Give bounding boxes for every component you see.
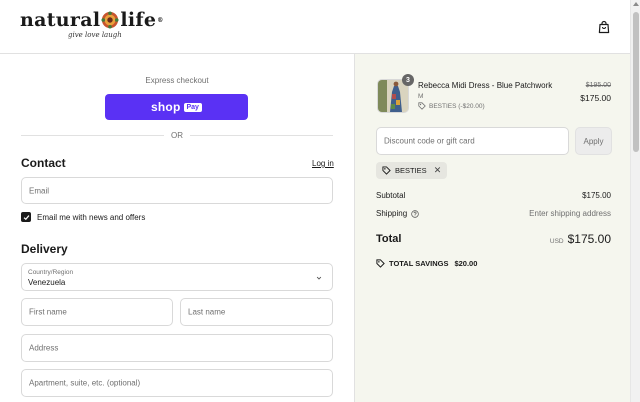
product-name: Rebecca Midi Dress - Blue Patchwork [418,81,553,90]
last-name-input[interactable]: Last name [180,298,333,326]
address-placeholder: Address [29,343,59,353]
applied-discount-chip: BESTIES ✕ [376,162,448,179]
shipping-label: Shipping [376,209,408,218]
subtotal-label: Subtotal [376,191,406,200]
brand-name-part1: natural [20,9,101,31]
shop-pay-wordmark: shop [151,100,181,114]
shipping-value: Enter shipping address [529,209,611,218]
total-value-group: USD $175.00 [550,232,611,246]
login-link[interactable]: Log in [312,159,334,168]
divider-line [190,134,333,136]
tag-icon [382,166,391,175]
last-name-placeholder: Last name [188,307,226,317]
country-select[interactable]: Country/Region Venezuela [21,263,333,291]
email-input[interactable]: Email [21,177,333,204]
or-text: OR [171,130,183,140]
shop-pay-button[interactable]: shop Pay [105,94,248,120]
subtotal-value: $175.00 [582,191,611,200]
total-savings-value: $20.00 [454,259,478,268]
checkout-form: Express checkout shop Pay OR Contact Log… [0,54,354,402]
remove-discount-icon[interactable]: ✕ [434,165,442,176]
address-input[interactable]: Address [21,334,333,362]
quantity-badge: 3 [402,74,414,86]
total-currency: USD [549,238,564,245]
product-price-original: $195.00 [585,82,611,89]
tag-icon [376,259,385,268]
help-circle-icon[interactable] [411,209,419,218]
email-placeholder: Email [29,186,50,195]
country-label: Country/Region [28,269,74,276]
brand-name-part2: life [120,9,157,31]
divider-line [21,134,164,136]
or-divider: OR [21,130,333,140]
site-header: natural life ® give love laugh [0,0,630,54]
newsletter-label: Email me with news and offers [37,213,146,222]
first-name-input[interactable]: First name [21,298,173,326]
newsletter-checkbox[interactable] [21,212,31,222]
applied-discount-code: BESTIES [395,166,427,175]
page-scrollbar[interactable] [630,0,640,402]
order-summary: 3 Rebecca Midi Dress - Blue Patchwork M … [354,54,630,402]
scrollbar-thumb[interactable] [633,12,639,152]
total-label: Total [376,233,402,245]
total-amount: $175.00 [567,232,611,246]
total-savings-label: TOTAL SAVINGS [389,259,449,268]
tag-icon [418,102,426,110]
apply-discount-button[interactable]: Apply [575,127,612,155]
checkmark-icon [23,214,29,220]
contact-heading: Contact [21,156,66,170]
delivery-heading: Delivery [21,242,68,256]
shopping-bag-icon[interactable] [597,20,611,34]
brand-wordmark: natural life ® [20,9,164,31]
product-discount-text: BESTIES (-$20.00) [429,102,485,110]
registered-mark: ® [157,16,164,24]
express-checkout-label: Express checkout [145,76,209,85]
country-value: Venezuela [28,278,66,287]
discount-code-input[interactable]: Discount code or gift card [376,127,569,155]
first-name-placeholder: First name [29,307,67,317]
shipping-row: Shipping [376,209,419,218]
product-variant: M [418,93,424,100]
total-savings: TOTAL SAVINGS $20.00 [376,259,477,268]
apartment-input[interactable]: Apartment, suite, etc. (optional) [21,369,333,397]
shop-pay-chip: Pay [183,102,202,112]
flower-logo-icon [101,11,119,29]
brand-tagline: give love laugh [68,31,122,39]
product-price-current: $175.00 [580,93,611,103]
scroll-up-arrow-icon[interactable] [633,2,639,6]
chevron-down-icon [316,276,322,280]
product-discount: BESTIES (-$20.00) [418,102,485,110]
discount-code-placeholder: Discount code or gift card [384,136,475,146]
brand-logo[interactable]: natural life ® give love laugh [20,9,164,39]
apartment-placeholder: Apartment, suite, etc. (optional) [29,378,141,388]
